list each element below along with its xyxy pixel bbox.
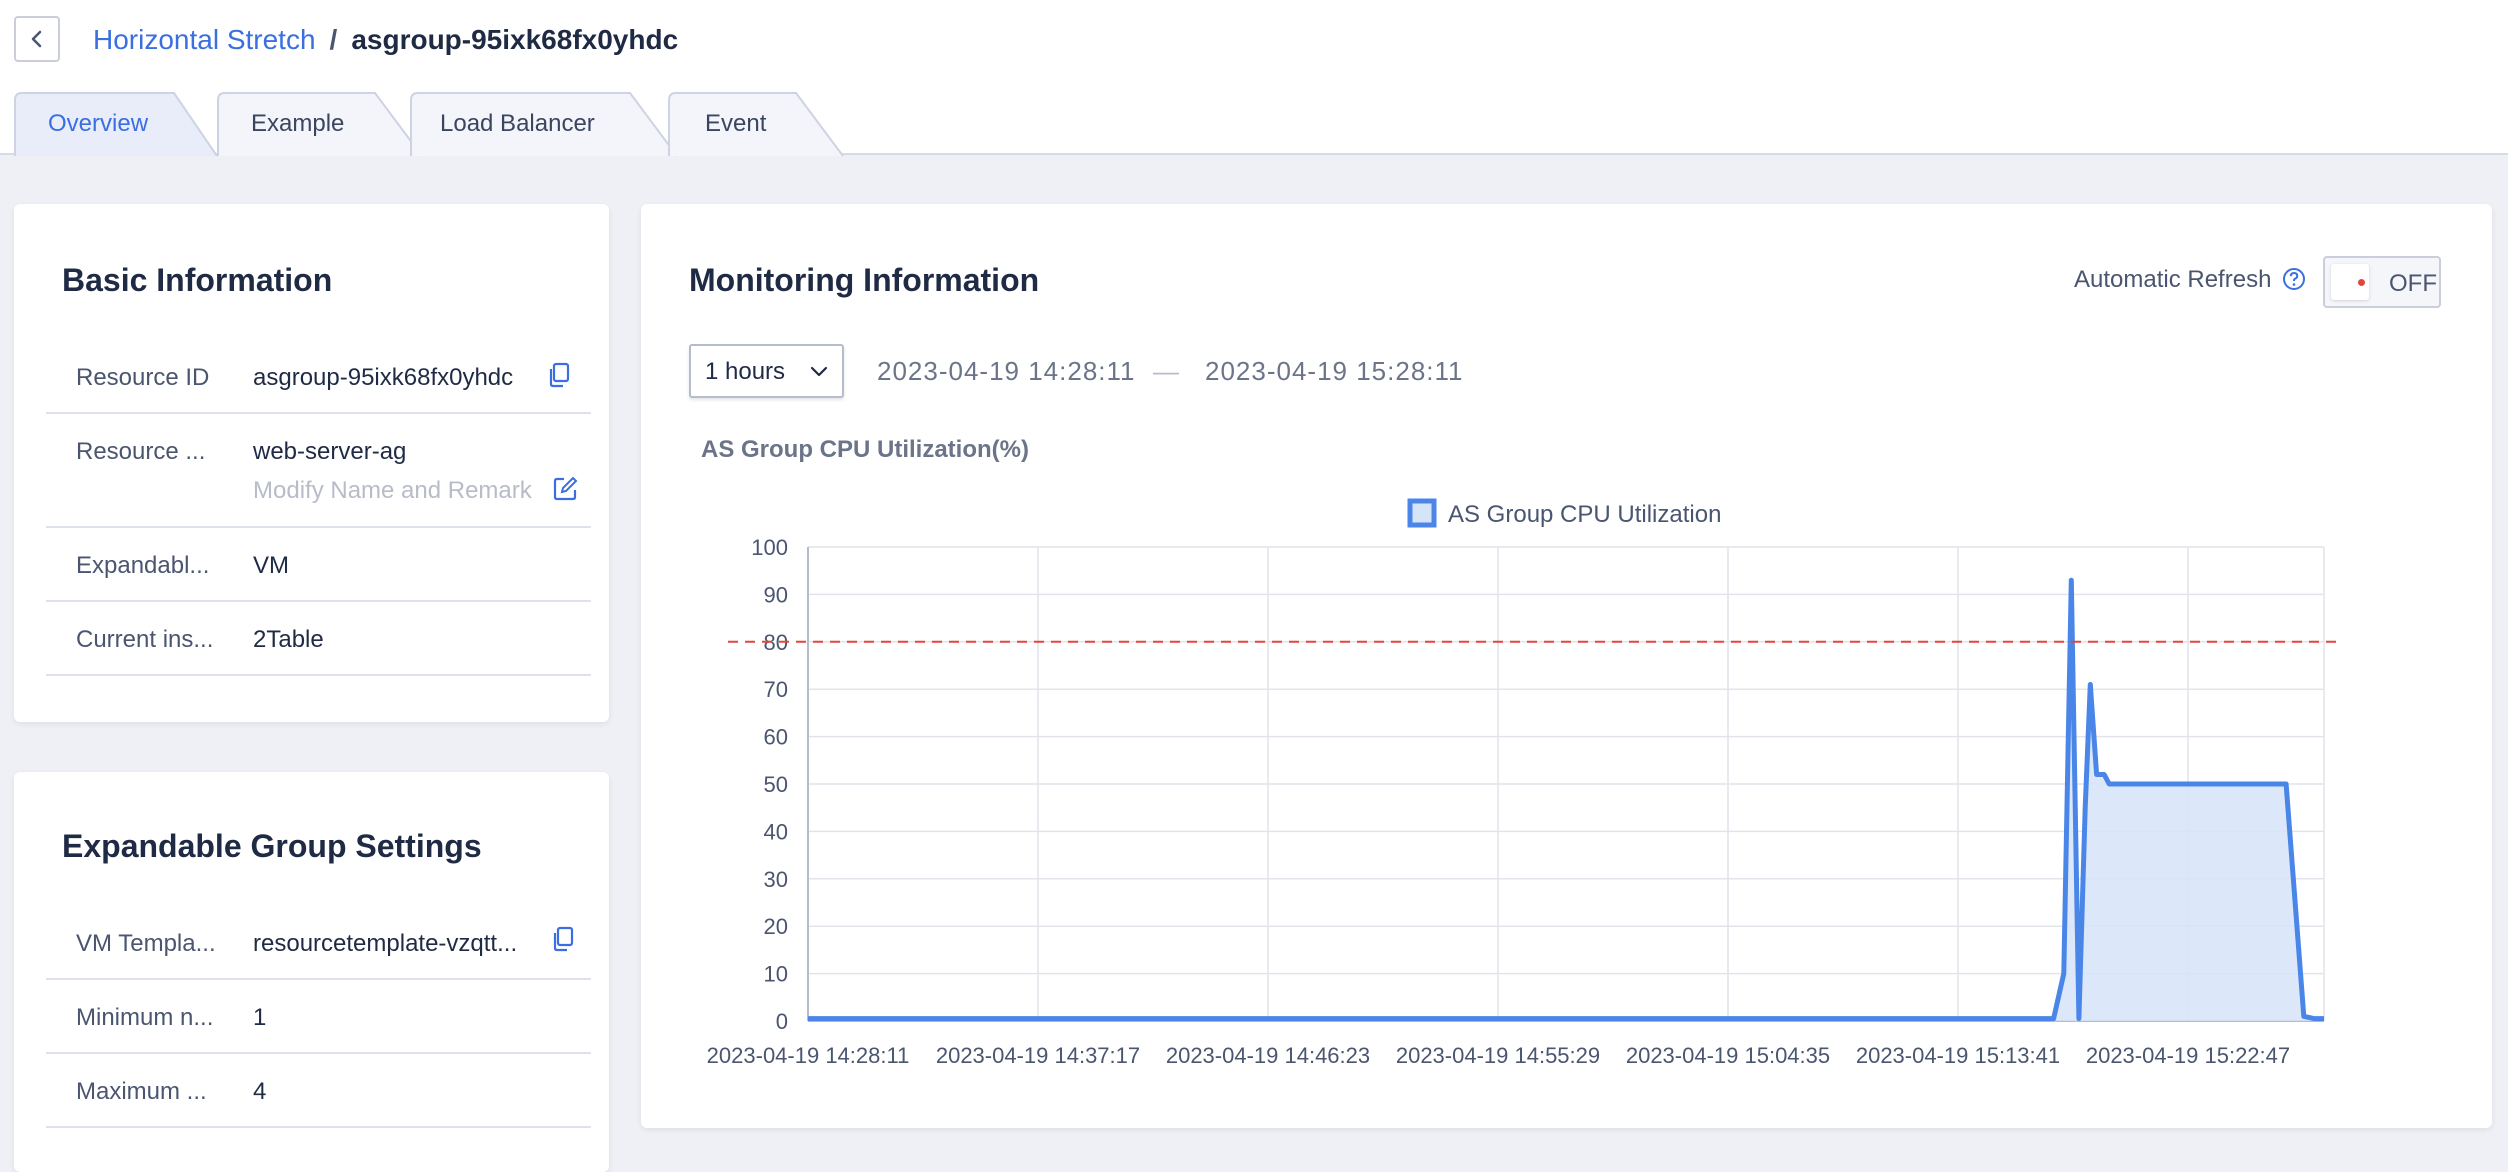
series-line [808, 577, 2324, 1022]
settings-value: 4 [253, 1078, 267, 1105]
chevron-down-icon [810, 366, 828, 377]
y-tick-label: 60 [764, 725, 788, 750]
y-tick-label: 20 [764, 914, 788, 939]
tab-event-label: Event [705, 109, 767, 137]
info-row-current-instances: Current ins... 2Table [46, 602, 591, 676]
info-row-resource-name: Resource ... web-server-ag Modify Name a… [46, 414, 591, 528]
y-tick-label: 30 [764, 867, 788, 892]
legend-label: AS Group CPU Utilization [1448, 501, 1721, 528]
settings-row-vm-template: VM Templa... resourcetemplate-vzqtt... [46, 906, 591, 980]
tab-overview-label: Overview [48, 109, 149, 137]
basic-information-card: Basic Information Resource ID asgroup-95… [14, 204, 609, 722]
settings-label: VM Templa... [76, 930, 216, 957]
chevron-left-icon [31, 30, 42, 48]
settings-row-maximum: Maximum ... 4 [46, 1054, 591, 1128]
info-label: Current ins... [76, 626, 214, 653]
y-tick-label: 10 [764, 962, 788, 987]
range-end-time: 2023-04-19 15:28:11 [1205, 356, 1464, 386]
modify-name-link[interactable]: Modify Name and Remark [253, 477, 532, 505]
back-button[interactable] [14, 16, 60, 62]
x-tick-label: 2023-04-19 15:13:41 [1856, 1043, 2060, 1068]
info-label: Resource ID [76, 364, 210, 391]
y-tick-label: 50 [764, 772, 788, 797]
y-tick-label: 80 [764, 630, 788, 655]
tab-example[interactable]: Example [217, 92, 427, 157]
automatic-refresh-label: Automatic Refresh [2074, 266, 2272, 293]
cpu-utilization-chart: 0 10 20 30 40 50 60 70 80 90 100 2023-04-19 14:28:1… [707, 498, 2338, 1068]
time-range-value: 1 hours [705, 358, 786, 385]
breadcrumb-current: asgroup-95ixk68fx0yhdc [351, 24, 679, 55]
info-value: 2Table [253, 626, 324, 653]
info-label: Resource ... [76, 438, 206, 465]
info-label: Expandabl... [76, 552, 210, 579]
tab-event[interactable]: Event [668, 92, 848, 157]
help-icon[interactable] [2282, 267, 2306, 291]
series-area-fill [808, 580, 2324, 1021]
basic-information-title: Basic Information [62, 262, 333, 298]
tab-load-balancer-label: Load Balancer [440, 109, 595, 137]
copy-icon[interactable] [551, 926, 575, 952]
breadcrumb: Horizontal Stretch / asgroup-95ixk68fx0y… [93, 22, 678, 58]
copy-icon[interactable] [547, 362, 571, 388]
info-value: asgroup-95ixk68fx0yhdc [253, 364, 514, 391]
settings-label: Maximum ... [76, 1078, 207, 1105]
settings-value: 1 [253, 1004, 267, 1031]
toggle-indicator-dot [2358, 279, 2365, 286]
x-tick-label: 2023-04-19 14:55:29 [1396, 1043, 1600, 1068]
x-tick-label: 2023-04-19 15:04:35 [1626, 1043, 1830, 1068]
y-tick-label: 70 [764, 677, 788, 702]
chart-title: AS Group CPU Utilization(%) [701, 436, 1029, 463]
monitoring-information-card: Monitoring Information Automatic Refresh… [641, 204, 2492, 1128]
range-dash: — [1153, 356, 1180, 386]
top-bar: Horizontal Stretch / asgroup-95ixk68fx0y… [0, 0, 2508, 157]
tab-example-label: Example [251, 109, 345, 137]
breadcrumb-parent-link[interactable]: Horizontal Stretch [93, 22, 316, 58]
info-value: web-server-ag [253, 438, 407, 465]
breadcrumb-separator: / [329, 24, 338, 55]
range-start-time: 2023-04-19 14:28:11 [877, 356, 1136, 386]
tab-overview[interactable]: Overview [14, 92, 219, 157]
settings-value: resourcetemplate-vzqtt... [253, 930, 518, 957]
x-tick-label: 2023-04-19 15:22:47 [2086, 1043, 2290, 1068]
time-range-select[interactable]: 1 hours [689, 344, 844, 398]
group-settings-title: Expandable Group Settings [62, 828, 482, 864]
y-tick-label: 40 [764, 819, 788, 844]
x-tick-label: 2023-04-19 14:46:23 [1166, 1043, 1370, 1068]
y-tick-label: 0 [776, 1009, 788, 1034]
legend-swatch [1407, 498, 1437, 528]
auto-refresh-toggle[interactable]: OFF [2323, 256, 2441, 308]
x-tick-label: 2023-04-19 14:28:11 [707, 1043, 910, 1068]
monitoring-title: Monitoring Information [689, 262, 1040, 298]
settings-label: Minimum n... [76, 1004, 214, 1031]
edit-icon[interactable] [552, 476, 578, 502]
x-tick-label: 2023-04-19 14:37:17 [936, 1043, 1140, 1068]
info-value: VM [253, 552, 289, 579]
toggle-state-text: OFF [2389, 270, 2437, 297]
info-row-expandable: Expandabl... VM [46, 528, 591, 602]
settings-row-minimum: Minimum n... 1 [46, 980, 591, 1054]
tab-load-balancer[interactable]: Load Balancer [410, 92, 682, 157]
info-row-resource-id: Resource ID asgroup-95ixk68fx0yhdc [46, 342, 591, 414]
y-tick-label: 90 [764, 582, 788, 607]
y-tick-label: 100 [751, 535, 788, 560]
expandable-group-settings-card: Expandable Group Settings VM Templa... r… [14, 772, 609, 1172]
